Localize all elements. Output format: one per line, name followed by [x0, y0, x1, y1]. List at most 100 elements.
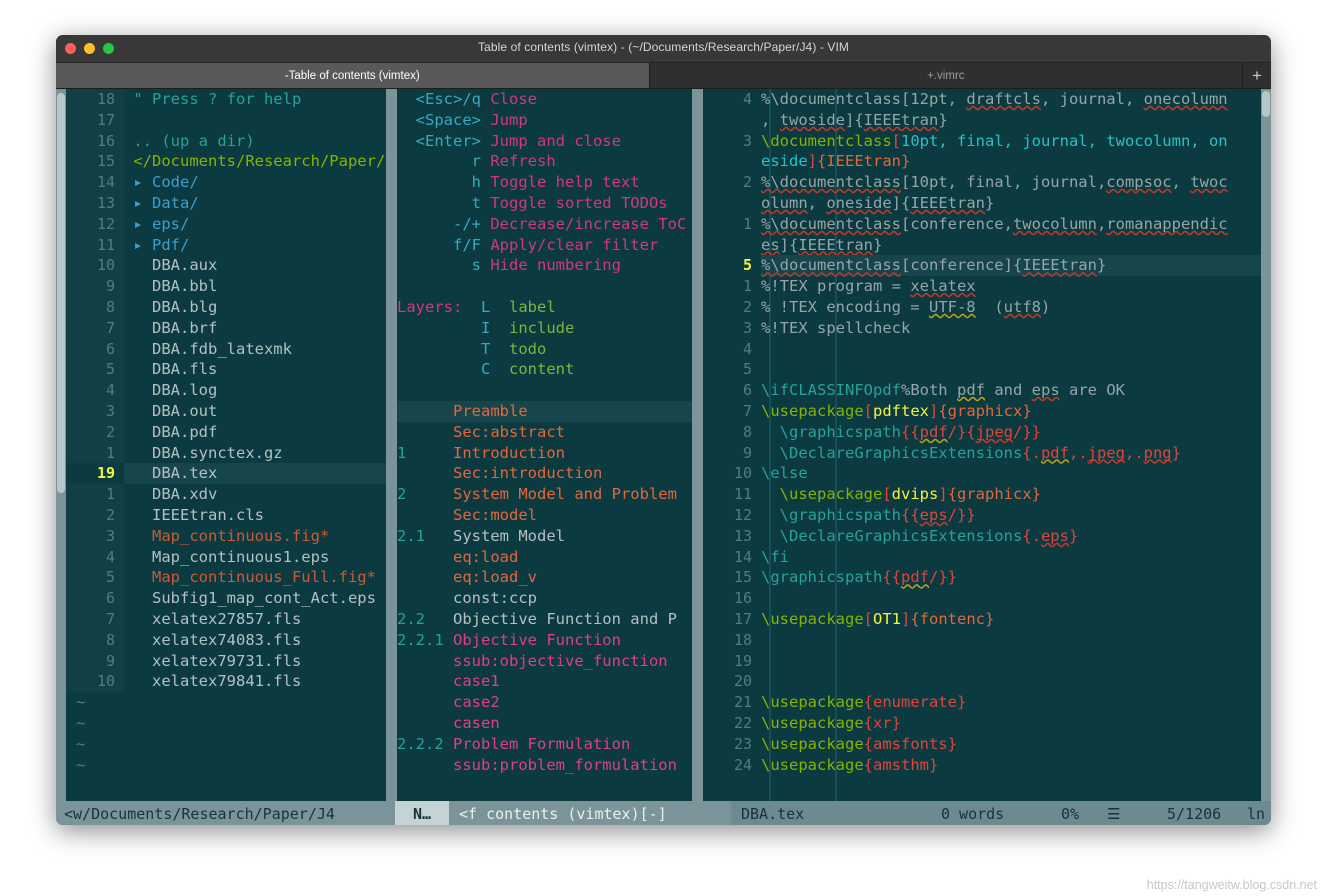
left-scrollbar[interactable]	[56, 89, 66, 801]
file-name[interactable]: xelatex27857.fls	[124, 609, 301, 630]
file-name[interactable]: DBA.bbl	[124, 276, 217, 297]
file-entry[interactable]: 6 DBA.fdb_latexmk	[66, 338, 386, 360]
code-line[interactable]: 1 %\documentclass[conference,twocolumn,ro…	[703, 214, 1261, 235]
code-line[interactable]: 3 %!TEX spellcheck	[703, 318, 1261, 339]
code-line[interactable]: 10 \else	[703, 463, 1261, 484]
code-line[interactable]: 20	[703, 671, 1261, 692]
file-entry[interactable]: 15 </Documents/Research/Paper/	[66, 151, 386, 173]
file-entry[interactable]: 2 DBA.pdf	[66, 421, 386, 443]
file-name[interactable]: Subfig1_map_cont_Act.eps	[124, 588, 376, 609]
code-line[interactable]: 18	[703, 630, 1261, 651]
file-entry[interactable]: 9 DBA.bbl	[66, 276, 386, 297]
tab-vimrc[interactable]: +.vimrc	[649, 63, 1243, 88]
file-entry[interactable]: 13 ▸ Data/	[66, 192, 386, 214]
code-line[interactable]: es]{IEEEtran}	[703, 235, 1261, 256]
tab-table-of-contents[interactable]: -Table of contents (vimtex)	[56, 63, 650, 88]
file-name[interactable]: xelatex79841.fls	[124, 671, 301, 692]
code-line[interactable]: 5 %\documentclass[conference]{IEEEtran}	[703, 255, 1261, 277]
code-line[interactable]: eside]{IEEEtran}	[703, 151, 1261, 172]
file-name[interactable]: xelatex74083.fls	[124, 630, 301, 651]
file-entry[interactable]: 14 ▸ Code/	[66, 172, 386, 193]
toc-entry[interactable]: 2 System Model and Problem	[397, 484, 692, 505]
file-entry[interactable]: 4 DBA.log	[66, 380, 386, 401]
file-entry[interactable]: 5 Map_continuous_Full.fig*	[66, 567, 386, 589]
file-name[interactable]: ▸ Data/	[124, 193, 198, 214]
file-name[interactable]: DBA.pdf	[124, 422, 217, 443]
file-entry[interactable]: 17	[66, 109, 386, 131]
code-line[interactable]: 12 \graphicspath{{eps/}}	[703, 505, 1261, 526]
file-name[interactable]: DBA.tex	[124, 463, 217, 484]
code-line[interactable]: 16	[703, 588, 1261, 609]
code-line[interactable]: 2 % !TEX encoding = UTF-8 (utf8)	[703, 297, 1261, 318]
file-entry[interactable]: 3 Map_continuous.fig*	[66, 525, 386, 547]
file-name[interactable]: DBA.brf	[124, 318, 217, 339]
file-name[interactable]: DBA.log	[124, 380, 217, 401]
toc-entry[interactable]: 2.2.1 Objective Function	[397, 630, 692, 651]
code-line[interactable]: 1 %!TEX program = xelatex	[703, 276, 1261, 297]
code-line[interactable]: 4 %\documentclass[12pt, draftcls, journal…	[703, 89, 1261, 110]
code-line[interactable]: 22 \usepackage{xr}	[703, 713, 1261, 734]
file-entry[interactable]: 16 .. (up a dir)	[66, 130, 386, 152]
toc-entry[interactable]: casen	[397, 713, 692, 734]
file-entry[interactable]: 10 DBA.aux	[66, 255, 386, 277]
file-name[interactable]: " Press ? for help	[124, 89, 301, 110]
toc-entry[interactable]: eq:load_v	[397, 567, 692, 588]
right-scrollbar[interactable]	[1261, 89, 1271, 801]
toc-entry[interactable]: ssub:objective_function	[397, 651, 692, 672]
file-name[interactable]: DBA.fdb_latexmk	[124, 339, 292, 360]
code-line[interactable]: 9 \DeclareGraphicsExtensions{.pdf,.jpeg,…	[703, 443, 1261, 464]
file-entry[interactable]: 7 xelatex27857.fls	[66, 608, 386, 630]
file-name[interactable]: DBA.xdv	[124, 484, 217, 505]
file-entry[interactable]: 6 Subfig1_map_cont_Act.eps	[66, 588, 386, 609]
code-line[interactable]: 21 \usepackage{enumerate}	[703, 692, 1261, 713]
file-name[interactable]: DBA.synctex.gz	[124, 443, 283, 464]
code-line[interactable]: 4	[703, 339, 1261, 360]
source-pane[interactable]: 4 %\documentclass[12pt, draftcls, journal…	[703, 89, 1261, 801]
file-entry[interactable]: 1 DBA.synctex.gz	[66, 442, 386, 464]
file-browser-pane[interactable]: 18 " Press ? for help 17 16 .. (up a dir)…	[66, 89, 386, 801]
file-entry[interactable]: 7 DBA.brf	[66, 317, 386, 339]
toc-entry[interactable]: Sec:introduction	[397, 463, 692, 484]
toc-entry[interactable]: eq:load	[397, 547, 692, 568]
file-name[interactable]: Map_continuous.fig*	[124, 526, 329, 547]
file-name[interactable]: .. (up a dir)	[124, 131, 254, 152]
left-scrollbar-thumb[interactable]	[57, 93, 65, 493]
file-entry[interactable]: 11 ▸ Pdf/	[66, 234, 386, 256]
toc-entry[interactable]: Sec:abstract	[397, 422, 692, 443]
code-line[interactable]: 11 \usepackage[dvips]{graphicx}	[703, 484, 1261, 505]
code-line[interactable]: 7 \usepackage[pdftex]{graphicx}	[703, 401, 1261, 422]
file-name[interactable]: DBA.fls	[124, 359, 217, 380]
file-name[interactable]: ▸ eps/	[124, 214, 189, 235]
code-line[interactable]: , twoside]{IEEEtran}	[703, 110, 1261, 131]
toc-entry[interactable]: 2.2.2 Problem Formulation	[397, 734, 692, 755]
file-name[interactable]	[124, 110, 133, 131]
toc-entry[interactable]: case2	[397, 692, 692, 713]
file-entry[interactable]: 5 DBA.fls	[66, 359, 386, 381]
file-entry[interactable]: 8 xelatex74083.fls	[66, 629, 386, 651]
toc-pane[interactable]: <Esc>/q Close <Space> Jump <Enter> Jump …	[397, 89, 692, 801]
file-entry[interactable]: 2 IEEEtran.cls	[66, 504, 386, 526]
file-entry[interactable]: 18 " Press ? for help	[66, 89, 386, 110]
toc-entry[interactable]: ssub:problem_formulation	[397, 755, 692, 776]
code-line[interactable]: 3 \documentclass[10pt, final, journal, tw…	[703, 131, 1261, 152]
file-entry[interactable]: 4 Map_continuous1.eps	[66, 546, 386, 568]
code-line[interactable]: 8 \graphicspath{{pdf/}{jpeg/}}	[703, 422, 1261, 443]
toc-entry[interactable]: 2.1 System Model	[397, 526, 692, 547]
file-entry[interactable]: 3 DBA.out	[66, 400, 386, 422]
code-line[interactable]: 14 \fi	[703, 547, 1261, 568]
file-entry[interactable]: 9 xelatex79731.fls	[66, 650, 386, 672]
toc-entry[interactable]: Preamble	[397, 400, 692, 422]
file-entry[interactable]: 12 ▸ eps/	[66, 213, 386, 235]
code-line[interactable]: 17 \usepackage[OT1]{fontenc}	[703, 609, 1261, 630]
file-entry[interactable]: 10 xelatex79841.fls	[66, 671, 386, 693]
code-line[interactable]: 15 \graphicspath{{pdf/}}	[703, 567, 1261, 588]
toc-entry[interactable]: case1	[397, 671, 692, 692]
file-name[interactable]: xelatex79731.fls	[124, 651, 301, 672]
tab-bar[interactable]: -Table of contents (vimtex) +.vimrc +	[56, 63, 1271, 89]
file-name[interactable]: DBA.out	[124, 401, 217, 422]
file-name[interactable]: Map_continuous1.eps	[124, 547, 329, 568]
file-name[interactable]: DBA.blg	[124, 297, 217, 318]
code-line[interactable]: 19	[703, 651, 1261, 672]
code-line[interactable]: 24 \usepackage{amsthm}	[703, 755, 1261, 776]
file-name[interactable]: DBA.aux	[124, 255, 217, 276]
